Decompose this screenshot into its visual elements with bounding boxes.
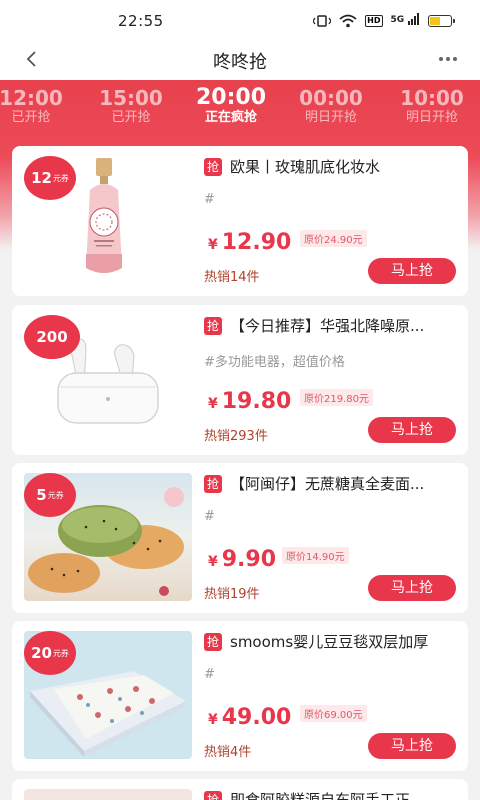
- product-image[interactable]: [24, 789, 192, 800]
- buy-button[interactable]: 马上抢: [368, 733, 456, 759]
- more-icon[interactable]: [438, 44, 458, 79]
- product-desc: #多功能电器，超值价格: [204, 355, 345, 370]
- product-card[interactable]: 抢即食阿胶糕源自东阿手工正: [12, 779, 468, 800]
- product-title-text: smooms婴儿豆豆毯双层加厚: [230, 633, 429, 651]
- product-title[interactable]: 抢【今日推荐】华强北降噪原...: [204, 315, 460, 337]
- product-title[interactable]: 抢欧果丨玫瑰肌底化妆水: [204, 156, 460, 178]
- signal-label: 5G: [390, 15, 405, 25]
- time-tab-1500[interactable]: 15:00 已开抢: [86, 86, 176, 126]
- product-card[interactable]: 200 抢【今日推荐】华强北降噪原... #多功能电器，超值价格 ¥19.80 …: [12, 305, 468, 455]
- coupon-amount: 200: [36, 328, 68, 346]
- qiang-icon: 抢: [204, 158, 222, 176]
- time-tab-time: 10:00: [400, 86, 464, 110]
- product-title-text: 即食阿胶糕源自东阿手工正: [230, 791, 411, 800]
- status-icons: HD 5G: [313, 13, 455, 29]
- product-desc: #: [204, 192, 215, 207]
- battery-icon: [428, 15, 455, 27]
- price-symbol: ¥: [208, 554, 218, 570]
- sold-count: 热销14件: [204, 270, 260, 285]
- product-card[interactable]: 20 元券 抢 smooms婴儿豆豆毯双层加厚 # ¥49.00 原价69.00元 …: [12, 621, 468, 771]
- product-price: ¥12.90: [208, 230, 291, 255]
- qiang-icon: 抢: [204, 791, 222, 800]
- product-title-text: 【阿闽仔】无蔗糖真全麦面...: [230, 475, 425, 493]
- original-price: 原价24.90元: [300, 230, 367, 247]
- time-tab-status: 正在疯抢: [204, 110, 257, 125]
- buy-button[interactable]: 马上抢: [368, 575, 456, 601]
- wifi-icon: [339, 14, 357, 28]
- product-card[interactable]: 12 元券 抢欧果丨玫瑰肌底化妆水 # ¥12.90 原价24.90元 热销14件…: [12, 146, 468, 296]
- price-symbol: ¥: [208, 396, 218, 412]
- price-value: 19.80: [221, 389, 292, 414]
- time-tab-status: 已开抢: [111, 110, 151, 125]
- buy-button[interactable]: 马上抢: [368, 417, 456, 443]
- product-title-text: 【今日推荐】华强北降噪原...: [230, 317, 425, 335]
- product-price: ¥49.00: [208, 705, 291, 730]
- time-tab-time: 00:00: [299, 86, 363, 110]
- price-value: 49.00: [221, 705, 292, 730]
- coupon-unit: 元券: [52, 648, 69, 658]
- time-tabs: 12:00 已开抢 15:00 已开抢 20:00 正在疯抢 00:00 明日开…: [0, 86, 480, 132]
- product-card[interactable]: 5 元券 抢【阿闽仔】无蔗糖真全麦面... # ¥9.90 原价14.90元 热销…: [12, 463, 468, 613]
- time-tab-1200[interactable]: 12:00 已开抢: [0, 86, 76, 126]
- time-tab-time: 20:00: [195, 85, 267, 110]
- time-tab-time: 15:00: [99, 86, 163, 110]
- price-value: 12.90: [221, 230, 292, 255]
- sold-count: 热销4件: [204, 745, 252, 760]
- page-title: 咚咚抢: [213, 52, 267, 73]
- time-tab-time: 12:00: [0, 86, 63, 110]
- qiang-icon: 抢: [204, 475, 222, 493]
- signal-bars-icon: [408, 13, 419, 25]
- original-price: 原价69.00元: [300, 705, 367, 722]
- product-title-text: 欧果丨玫瑰肌底化妆水: [230, 158, 381, 176]
- product-price: ¥9.90: [208, 547, 276, 572]
- product-title[interactable]: 抢 smooms婴儿豆豆毯双层加厚: [204, 631, 460, 653]
- coupon-unit: 元券: [47, 490, 64, 500]
- coupon-badge: 200: [24, 315, 80, 359]
- coupon-badge: 20 元券: [24, 631, 76, 675]
- time-tab-status: 明日开抢: [405, 110, 458, 125]
- status-time: 22:55: [118, 12, 164, 30]
- original-price: 原价14.90元: [282, 547, 349, 564]
- product-desc: #: [204, 667, 215, 682]
- coupon-amount: 12: [31, 169, 52, 187]
- original-price: 原价219.80元: [300, 389, 373, 406]
- time-tab-status: 明日开抢: [304, 110, 357, 125]
- qiang-icon: 抢: [204, 317, 222, 335]
- product-price: ¥19.80: [208, 389, 291, 414]
- product-title[interactable]: 抢【阿闽仔】无蔗糖真全麦面...: [204, 473, 460, 495]
- signal-5g-icon: 5G: [391, 13, 421, 29]
- time-tab-1000[interactable]: 10:00 明日开抢: [387, 86, 477, 126]
- hd-icon: HD: [365, 15, 383, 27]
- coupon-badge: 12 元券: [24, 156, 76, 200]
- time-tab-2000[interactable]: 20:00 正在疯抢: [186, 86, 276, 126]
- coupon-badge: 5 元券: [24, 473, 76, 517]
- nav-bar: 咚咚抢: [0, 40, 480, 80]
- buy-button[interactable]: 马上抢: [368, 258, 456, 284]
- time-tab-status: 已开抢: [11, 110, 51, 125]
- price-value: 9.90: [221, 547, 277, 572]
- price-symbol: ¥: [208, 712, 218, 728]
- coupon-unit: 元券: [52, 173, 69, 183]
- sold-count: 热销19件: [204, 587, 260, 602]
- coupon-amount: 20: [31, 644, 52, 662]
- price-symbol: ¥: [208, 237, 218, 253]
- coupon-amount: 5: [36, 486, 47, 504]
- product-desc: #: [204, 509, 215, 524]
- qiang-icon: 抢: [204, 633, 222, 651]
- status-bar: 22:55 HD 5G: [0, 0, 480, 40]
- time-tab-0000[interactable]: 00:00 明日开抢: [286, 86, 376, 126]
- vibrate-icon: [313, 15, 332, 27]
- product-title[interactable]: 抢即食阿胶糕源自东阿手工正: [204, 789, 460, 800]
- sold-count: 热销293件: [204, 429, 268, 444]
